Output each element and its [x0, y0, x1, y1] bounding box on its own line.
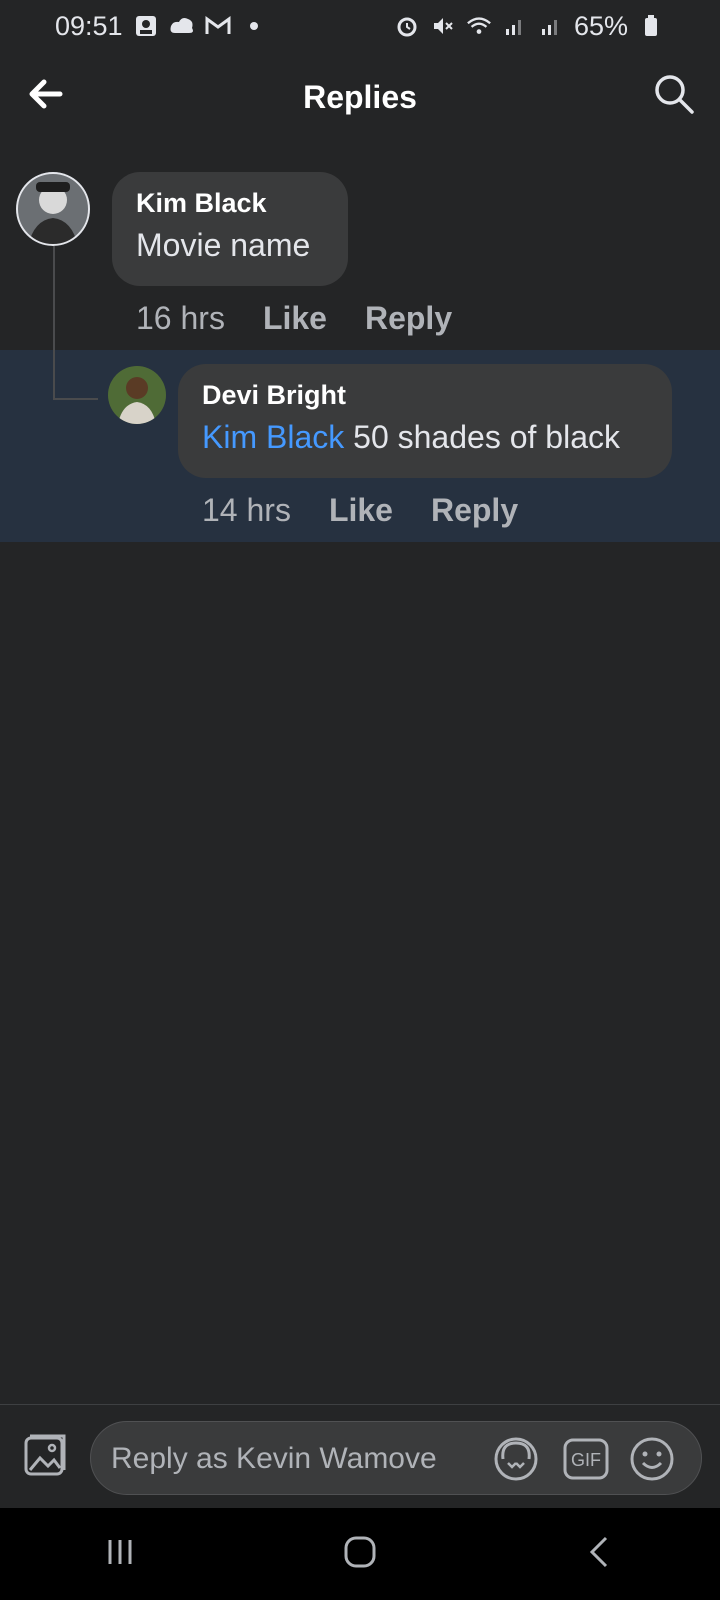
recent-apps-icon[interactable] — [100, 1532, 140, 1577]
comment-author[interactable]: Kim Black — [136, 188, 324, 219]
reply-button[interactable]: Reply — [431, 492, 518, 529]
thread-line — [53, 242, 55, 400]
battery-icon — [638, 13, 664, 39]
signal-icon-2 — [538, 13, 564, 39]
home-icon[interactable] — [340, 1532, 380, 1577]
comment-actions: 16 hrs Like Reply — [136, 300, 452, 337]
mute-icon — [430, 13, 456, 39]
like-button[interactable]: Like — [263, 300, 327, 337]
alarm-icon — [394, 13, 420, 39]
notification-icon-cloud — [169, 13, 195, 39]
gif-icon[interactable]: GIF — [561, 1435, 611, 1483]
dot-icon — [241, 13, 267, 39]
status-left: 09:51 — [55, 11, 267, 42]
comment-bubble[interactable]: Kim Black Movie name — [112, 172, 348, 286]
comment-text: 50 shades of black — [353, 419, 620, 455]
comment-text: Movie name — [136, 227, 311, 263]
back-icon[interactable] — [580, 1532, 620, 1577]
mention-link[interactable]: Kim Black — [202, 419, 344, 455]
emoji-icon[interactable] — [627, 1435, 677, 1483]
reply-input-placeholder: Reply as Kevin Wamove — [111, 1442, 437, 1475]
comment-time: 16 hrs — [136, 300, 225, 336]
gmail-icon — [205, 13, 231, 39]
reply-composer: Reply as Kevin Wamove GIF — [0, 1404, 720, 1509]
thread-line-branch — [53, 398, 98, 400]
like-button[interactable]: Like — [329, 492, 393, 529]
svg-text:GIF: GIF — [571, 1450, 601, 1470]
search-icon[interactable] — [652, 72, 696, 116]
wifi-icon — [466, 13, 492, 39]
status-bar: 09:51 65% — [0, 0, 720, 52]
comment-time: 14 hrs — [202, 492, 291, 528]
status-time: 09:51 — [55, 10, 123, 41]
comment-actions: 14 hrs Like Reply — [202, 492, 518, 529]
status-right: 65% — [394, 11, 664, 42]
back-arrow-icon[interactable] — [24, 72, 68, 116]
battery-percent: 65% — [573, 10, 628, 41]
comment-bubble[interactable]: Devi Bright Kim Black 50 shades of black — [178, 364, 672, 478]
reply-input[interactable]: Reply as Kevin Wamove GIF — [90, 1421, 702, 1495]
reply-button[interactable]: Reply — [365, 300, 452, 337]
page-title: Replies — [303, 78, 417, 115]
avatar[interactable] — [16, 172, 90, 246]
photo-icon[interactable] — [20, 1431, 70, 1479]
avatar[interactable] — [108, 366, 166, 424]
app-header: Replies — [0, 52, 720, 142]
comment-text-container: Kim Black 50 shades of black — [202, 419, 620, 455]
avatar-sticker-icon[interactable] — [491, 1435, 541, 1483]
signal-icon-1 — [502, 13, 528, 39]
system-nav-bar — [0, 1508, 720, 1600]
notification-icon-contacts — [133, 13, 159, 39]
comment-author[interactable]: Devi Bright — [202, 380, 648, 411]
